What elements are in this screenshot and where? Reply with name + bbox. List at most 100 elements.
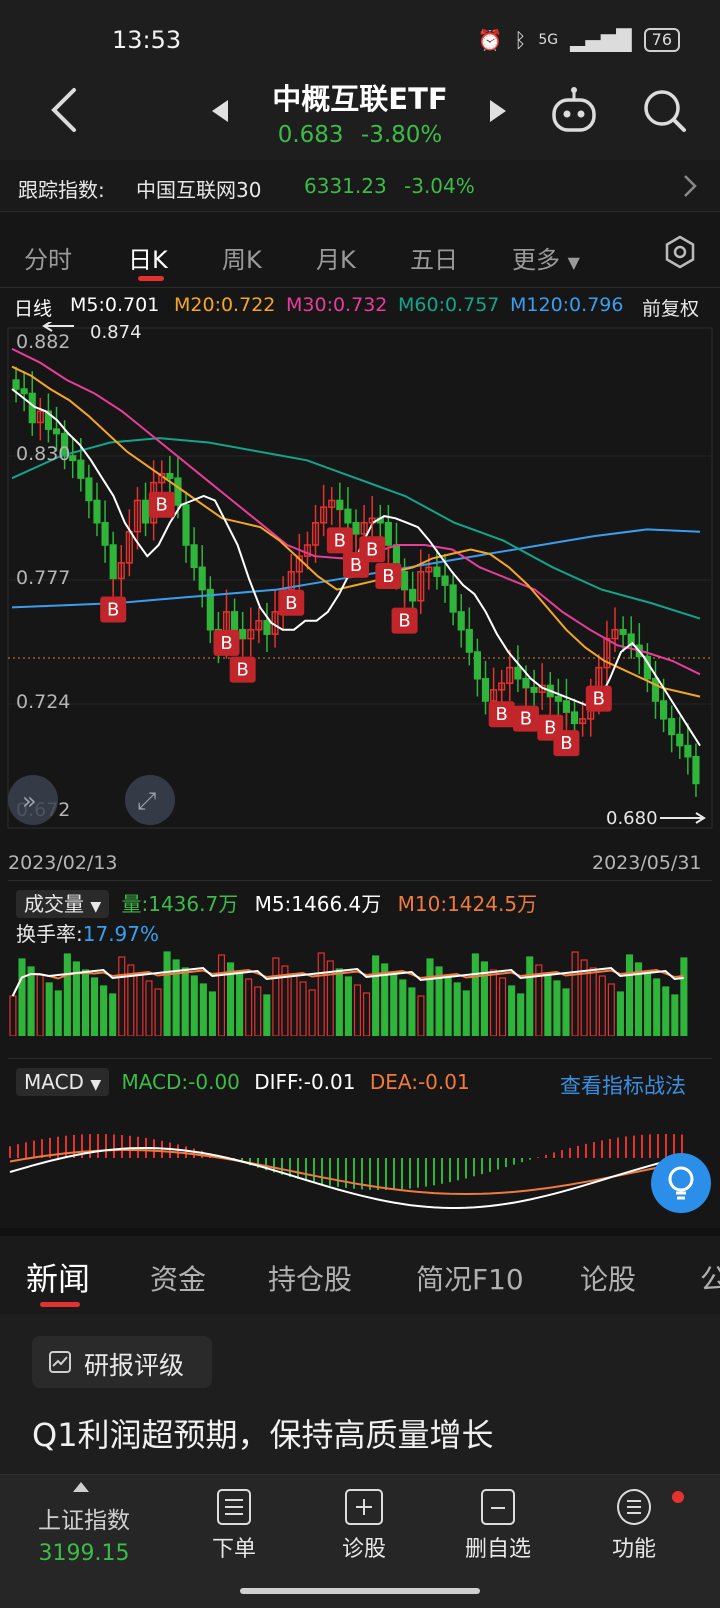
candle [198, 545, 206, 608]
volume-bar [45, 982, 53, 1036]
candle [44, 393, 53, 443]
tab-daily-k[interactable]: 日K [128, 240, 168, 275]
candle [465, 607, 473, 666]
home-indicator [240, 1588, 480, 1594]
candle [473, 638, 481, 697]
volume-bar [100, 985, 108, 1036]
buy-signal[interactable]: B [359, 518, 386, 563]
volume-bar [462, 990, 470, 1036]
volume-chart [9, 951, 688, 1036]
volume-bar [317, 952, 325, 1036]
macd-diff: DIFF:-0.01 [254, 1070, 356, 1094]
volume-bar [181, 967, 189, 1036]
double-chevron-icon: » [22, 787, 37, 815]
ma-m30: M30:0.732 [286, 294, 388, 316]
research-rating-label: 研报评级 [84, 1351, 185, 1380]
buy-signal-label: B [398, 611, 410, 632]
research-rating-tag[interactable]: 研报评级 [32, 1336, 212, 1388]
settings-hex-icon[interactable] [662, 234, 698, 270]
tab-profile-f10[interactable]: 简况F10 [416, 1258, 524, 1298]
volume-bar [508, 985, 516, 1036]
buy-signal[interactable]: B [512, 687, 539, 732]
news-headline[interactable]: Q1利润超预期，保持高质量增长 [32, 1410, 494, 1456]
tab-more[interactable]: 更多 ▼ [512, 240, 580, 275]
nav-remove-watchlist[interactable]: 删自选 [438, 1489, 558, 1563]
order-doc-icon [217, 1489, 251, 1525]
candle [627, 616, 635, 659]
network-icon: 5G [538, 32, 559, 48]
tracking-index-row[interactable]: 跟踪指数: 中国互联网30 6331.23 -3.04% [0, 160, 720, 212]
caret-down-icon: ▼ [90, 899, 102, 915]
volume-selector-label: 成交量 [24, 892, 84, 916]
candle [271, 589, 279, 648]
section-gap [0, 1228, 720, 1236]
volume-m10: M10:1424.5万 [397, 892, 538, 916]
candle [12, 366, 20, 403]
candle [247, 607, 255, 657]
nav-order[interactable]: 下单 [174, 1489, 294, 1563]
volume-bar [607, 983, 615, 1036]
buy-signal[interactable]: B [278, 571, 305, 616]
minus-box-icon [481, 1489, 515, 1525]
volume-bar [9, 995, 17, 1036]
end-date: 2023/05/31 [592, 852, 702, 874]
candle [69, 438, 77, 479]
status-time: 13:53 [112, 26, 182, 54]
volume-bar [589, 967, 597, 1036]
macd-dea: DEA:-0.01 [369, 1070, 470, 1094]
candlestick-chart[interactable]: BBBBBBBBBBB B BBB 0.882 0.830 0.777 0.724 … [0, 322, 720, 852]
candle [101, 500, 109, 563]
volume-bar [426, 958, 434, 1036]
alarm-icon: ⏰ [477, 28, 503, 52]
volume-bar [571, 951, 579, 1036]
volume-bar [308, 989, 316, 1036]
tab-funds[interactable]: 资金 [150, 1258, 206, 1298]
candle [190, 527, 198, 581]
volume-selector[interactable]: 成交量 ▼ [16, 890, 110, 918]
buy-signal-label: B [285, 593, 297, 614]
nav-functions-label: 功能 [611, 1537, 656, 1562]
nav-index-name[interactable]: 上证指数 [24, 1501, 144, 1535]
tab-holdings[interactable]: 持仓股 [268, 1258, 352, 1298]
tab-discussion[interactable]: 论股 [580, 1258, 636, 1298]
volume-bar [372, 955, 380, 1036]
volume-bar [136, 972, 144, 1036]
tips-bulb-button[interactable] [650, 1152, 712, 1214]
caret-up-icon [73, 1482, 89, 1492]
volume-bar [680, 957, 688, 1036]
candle [481, 660, 490, 715]
next-stock-icon[interactable] [488, 98, 508, 124]
volume-bar [190, 975, 198, 1036]
volume-bar [163, 951, 171, 1036]
buy-signal-label: B [382, 566, 394, 587]
buy-signal[interactable]: B [100, 578, 127, 623]
tab-weekly-k[interactable]: 周K [222, 240, 262, 275]
indicator-strategy-link[interactable]: 查看指标战法 [560, 1070, 686, 1100]
tab-news[interactable]: 新闻 [26, 1254, 90, 1300]
signal-icon: ▂▄▆█ [570, 28, 632, 52]
robot-icon[interactable] [548, 86, 600, 136]
candle [328, 487, 336, 525]
high-marker: 0.874 [90, 322, 142, 343]
adjust-mode[interactable]: 前复权 [642, 294, 699, 321]
tab-five-day[interactable]: 五日 [410, 240, 458, 275]
tab-intraday[interactable]: 分时 [24, 240, 72, 275]
volume-header: 成交量 ▼ 量:1436.7万 M5:1466.4万 M10:1424.5万 [16, 888, 538, 918]
nav-index-value[interactable]: 3199.15 [24, 1541, 144, 1566]
volume-bar [236, 970, 244, 1036]
volume-bar [526, 956, 534, 1036]
tab-announcements[interactable]: 公 [700, 1258, 720, 1298]
ma-m60: M60:0.757 [398, 294, 500, 316]
tab-monthly-k[interactable]: 月K [316, 240, 356, 275]
ma-m20: M20:0.722 [174, 294, 276, 316]
buy-signal[interactable]: B [148, 473, 175, 518]
macd-selector[interactable]: MACD ▼ [16, 1068, 110, 1096]
volume-bar [390, 971, 398, 1036]
macd-chart [9, 1134, 683, 1209]
nav-diagnose[interactable]: 诊股 [304, 1489, 424, 1563]
volume-bar [471, 953, 479, 1036]
caret-down-icon: ▼ [90, 1077, 102, 1093]
candle [692, 743, 700, 797]
buy-signal[interactable]: B [585, 667, 612, 712]
search-icon[interactable] [642, 88, 688, 134]
